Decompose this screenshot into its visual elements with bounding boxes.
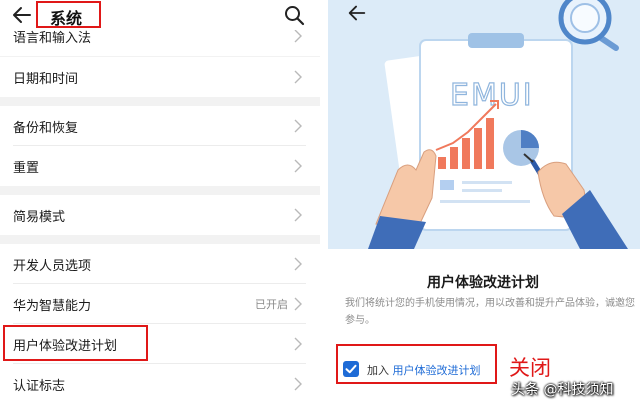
- chevron-right-icon: [294, 297, 302, 311]
- section-gap: [0, 97, 320, 106]
- join-plan-link[interactable]: 用户体验改进计划: [393, 364, 481, 377]
- system-settings-screen: 语言和输入法 日期和时间 备份和恢复 重置 简易模式 开发人员选项 华为智慧能力…: [0, 0, 320, 409]
- settings-item-huawei-ability[interactable]: 华为智慧能力 已开启: [0, 284, 320, 324]
- emui-report-illustration: EMUI: [368, 0, 628, 249]
- chevron-right-icon: [294, 377, 302, 391]
- back-arrow-icon[interactable]: [346, 2, 368, 24]
- plan-title: 用户体验改进计划: [427, 275, 539, 291]
- settings-item-developer-options[interactable]: 开发人员选项: [0, 244, 320, 284]
- settings-item-label: 华为智慧能力: [13, 299, 92, 314]
- chevron-right-icon: [294, 208, 302, 222]
- back-arrow-icon[interactable]: [10, 3, 34, 27]
- chevron-right-icon: [294, 257, 302, 271]
- settings-item-simple-mode[interactable]: 简易模式: [0, 195, 320, 235]
- user-experience-plan-screen: EMUI 用户体验改进计划 我们将统计您的手机使用情况，用以改善和提升产品体验，…: [323, 0, 643, 409]
- join-prefix: 加入: [367, 364, 389, 377]
- chevron-right-icon: [294, 29, 302, 43]
- settings-item-label: 认证标志: [13, 379, 66, 394]
- settings-item-label: 日期和时间: [13, 72, 79, 87]
- chevron-right-icon: [294, 119, 302, 133]
- chevron-right-icon: [294, 70, 302, 84]
- checkbox-checked-icon: [345, 364, 357, 374]
- close-annotation: 关闭: [509, 356, 551, 380]
- page-title: 系统: [50, 9, 83, 28]
- join-label: 加入 用户体验改进计划: [367, 362, 481, 378]
- section-gap: [0, 186, 320, 195]
- settings-item-label: 开发人员选项: [13, 259, 92, 274]
- status-value: 已开启: [255, 298, 288, 311]
- settings-item-label: 简易模式: [13, 210, 66, 225]
- settings-item-date-time[interactable]: 日期和时间: [0, 57, 320, 97]
- section-gap: [0, 235, 320, 244]
- search-icon[interactable]: [282, 3, 306, 27]
- join-checkbox[interactable]: [343, 361, 359, 377]
- hero-illustration: EMUI: [328, 0, 640, 249]
- chevron-right-icon: [294, 337, 302, 351]
- highlight-annotation-box: [3, 325, 148, 361]
- settings-item-label: 重置: [13, 161, 40, 176]
- settings-item-reset[interactable]: 重置: [0, 146, 320, 186]
- settings-item-label: 备份和恢复: [13, 121, 79, 136]
- chevron-right-icon: [294, 159, 302, 173]
- settings-item-certification[interactable]: 认证标志: [0, 364, 320, 404]
- settings-item-backup-restore[interactable]: 备份和恢复: [0, 106, 320, 146]
- watermark: 头条 @科技须知: [511, 382, 614, 398]
- app-bar: 系统: [0, 0, 320, 30]
- plan-description: 我们将统计您的手机使用情况，用以改善和提升产品体验，诚邀您参与。: [345, 298, 635, 326]
